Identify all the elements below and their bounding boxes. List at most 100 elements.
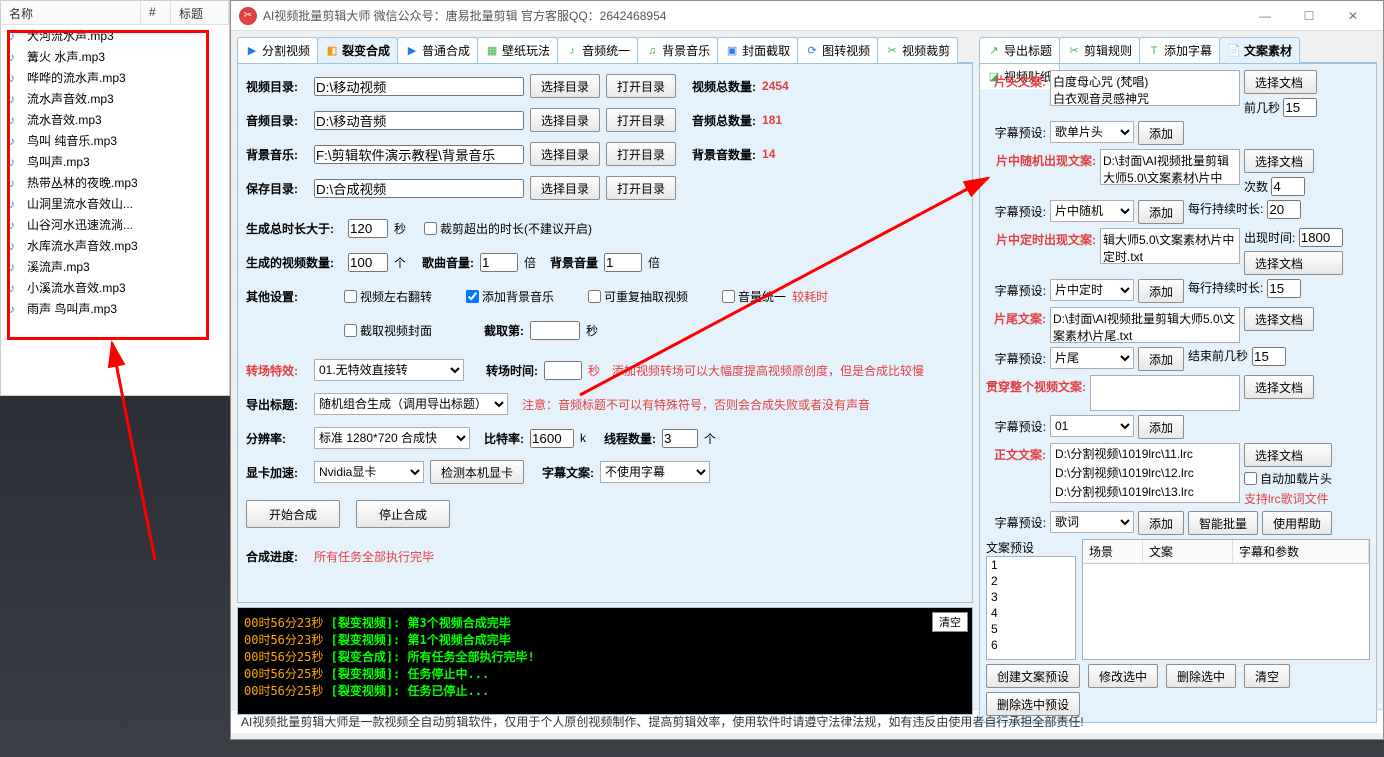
bg-vol-input[interactable]	[604, 253, 642, 272]
file-item[interactable]: 溪流声.mp3	[1, 256, 229, 277]
use-help-button[interactable]: 使用帮助	[1262, 511, 1332, 535]
sub-preset4-select[interactable]: 片尾	[1050, 347, 1134, 369]
add-bgm-checkbox[interactable]	[466, 290, 479, 303]
sub-preset2-select[interactable]: 片中随机	[1050, 200, 1134, 222]
head-copy-textarea[interactable]	[1050, 70, 1240, 106]
file-item[interactable]: 热带丛林的夜晚.mp3	[1, 172, 229, 193]
gpu-select[interactable]: Nvidia显卡	[314, 461, 424, 483]
col-name[interactable]: 名称	[1, 1, 141, 24]
tab-文案素材[interactable]: 📄文案素材	[1219, 37, 1300, 63]
file-item[interactable]: 鸟叫声.mp3	[1, 151, 229, 172]
create-preset-button[interactable]: 创建文案预设	[986, 664, 1080, 688]
sub-preset4-end-input[interactable]	[1252, 347, 1286, 366]
tab-导出标题[interactable]: ↗导出标题	[979, 37, 1060, 63]
sub-preset1-select[interactable]: 歌单片头	[1050, 121, 1134, 143]
sub-preset6-add-button[interactable]: 添加	[1138, 511, 1184, 535]
mid-random-select-file-button[interactable]: 选择文档	[1244, 149, 1314, 173]
file-item[interactable]: 哗哗的流水声.mp3	[1, 67, 229, 88]
bgm-dir-input[interactable]	[314, 145, 524, 164]
sub-preset4-add-button[interactable]: 添加	[1138, 347, 1184, 371]
crop-frame-input[interactable]	[530, 321, 580, 340]
lrc-select-file-button[interactable]: 选择文档	[1244, 443, 1332, 467]
tab-视频裁剪[interactable]: ✂视频裁剪	[877, 37, 958, 63]
tab-壁纸玩法[interactable]: ▦壁纸玩法	[477, 37, 558, 63]
console-clear-button[interactable]: 清空	[932, 612, 968, 632]
video-open-dir-button[interactable]: 打开目录	[606, 74, 676, 98]
stop-button[interactable]: 停止合成	[356, 500, 450, 528]
tab-封面截取[interactable]: ▣封面截取	[717, 37, 798, 63]
file-item[interactable]: 篝火 水声.mp3	[1, 46, 229, 67]
lrc-list[interactable]: D:\分割视频\1019lrc\11.lrcD:\分割视频\1019lrc\12…	[1050, 443, 1240, 503]
bgm-select-dir-button[interactable]: 选择目录	[530, 142, 600, 166]
close-button[interactable]: ✕	[1331, 2, 1375, 30]
mid-timed-select-file-button[interactable]: 选择文档	[1244, 251, 1343, 275]
tab-分割视频[interactable]: ▶分割视频	[237, 37, 318, 63]
prefix-sec-input[interactable]	[1283, 98, 1317, 117]
sub-preset1-add-button[interactable]: 添加	[1138, 121, 1184, 145]
del-sel-button[interactable]: 删除选中	[1166, 664, 1236, 688]
trim-excess-checkbox[interactable]	[424, 222, 437, 235]
gen-count-input[interactable]	[348, 253, 388, 272]
file-item[interactable]: 雨声 鸟叫声.mp3	[1, 298, 229, 319]
threads-input[interactable]	[662, 429, 698, 448]
mid-random-textarea[interactable]	[1100, 149, 1240, 185]
tail-select-file-button[interactable]: 选择文档	[1244, 307, 1314, 331]
sub-preset3-add-button[interactable]: 添加	[1138, 279, 1184, 303]
edit-sel-button[interactable]: 修改选中	[1088, 664, 1158, 688]
start-button[interactable]: 开始合成	[246, 500, 340, 528]
file-item[interactable]: 山洞里流水音效山...	[1, 193, 229, 214]
flip-h-checkbox[interactable]	[344, 290, 357, 303]
save-select-dir-button[interactable]: 选择目录	[530, 176, 600, 200]
sub-preset5-add-button[interactable]: 添加	[1138, 415, 1184, 439]
vol-unify-checkbox[interactable]	[722, 290, 735, 303]
repeat-extract-checkbox[interactable]	[588, 290, 601, 303]
audio-select-dir-button[interactable]: 选择目录	[530, 108, 600, 132]
col-num[interactable]: #	[141, 1, 171, 24]
audio-open-dir-button[interactable]: 打开目录	[606, 108, 676, 132]
sub-preset3-select[interactable]: 片中定时	[1050, 279, 1134, 301]
video-select-dir-button[interactable]: 选择目录	[530, 74, 600, 98]
tab-音频统一[interactable]: ♪音频统一	[557, 37, 638, 63]
sub-preset6-select[interactable]: 歌词	[1050, 511, 1134, 533]
export-title-select[interactable]: 随机组合生成（调用导出标题）	[314, 393, 508, 415]
sub-preset2-dur-input[interactable]	[1267, 200, 1301, 219]
detect-gpu-button[interactable]: 检测本机显卡	[430, 460, 524, 484]
tab-添加字幕[interactable]: T添加字幕	[1139, 37, 1220, 63]
bgm-open-dir-button[interactable]: 打开目录	[606, 142, 676, 166]
sub-preset3-dur-input[interactable]	[1267, 279, 1301, 298]
tab-背景音乐[interactable]: ♫背景音乐	[637, 37, 718, 63]
mid-random-count-input[interactable]	[1271, 177, 1305, 196]
save-dir-input[interactable]	[314, 179, 524, 198]
preset-list[interactable]: 123456	[986, 556, 1076, 660]
auto-load-head-checkbox[interactable]	[1244, 472, 1257, 485]
through-copy-textarea[interactable]	[1090, 375, 1240, 411]
file-item[interactable]: 水库流水声音效.mp3	[1, 235, 229, 256]
sub-preset2-add-button[interactable]: 添加	[1138, 200, 1184, 224]
file-item[interactable]: 山谷河水迅速流淌...	[1, 214, 229, 235]
trans-select[interactable]: 01.无特效直接转	[314, 359, 464, 381]
gen-len-input[interactable]	[348, 219, 388, 238]
mid-timed-time-input[interactable]	[1299, 228, 1343, 247]
tail-copy-textarea[interactable]	[1050, 307, 1240, 343]
mid-timed-textarea[interactable]	[1100, 228, 1240, 264]
save-open-dir-button[interactable]: 打开目录	[606, 176, 676, 200]
clear-button[interactable]: 清空	[1244, 664, 1290, 688]
video-dir-input[interactable]	[314, 77, 524, 96]
trans-time-input[interactable]	[544, 361, 582, 380]
crop-cover-checkbox[interactable]	[344, 324, 357, 337]
audio-dir-input[interactable]	[314, 111, 524, 130]
file-item[interactable]: 小溪流水音效.mp3	[1, 277, 229, 298]
tab-图转视频[interactable]: ⟳图转视频	[797, 37, 878, 63]
through-select-file-button[interactable]: 选择文档	[1244, 375, 1314, 399]
smart-batch-button[interactable]: 智能批量	[1188, 511, 1258, 535]
head-select-file-button[interactable]: 选择文档	[1244, 70, 1317, 94]
maximize-button[interactable]: ☐	[1287, 2, 1331, 30]
file-item[interactable]: 大河流水声.mp3	[1, 25, 229, 46]
col-title[interactable]: 标题	[171, 1, 229, 24]
minimize-button[interactable]: —	[1243, 2, 1287, 30]
bitrate-input[interactable]	[530, 429, 574, 448]
subtitle-select[interactable]: 不使用字幕	[600, 461, 710, 483]
sub-preset5-select[interactable]: 01	[1050, 415, 1134, 437]
res-select[interactable]: 标准 1280*720 合成快	[314, 427, 470, 449]
tab-剪辑规则[interactable]: ✂剪辑规则	[1059, 37, 1140, 63]
